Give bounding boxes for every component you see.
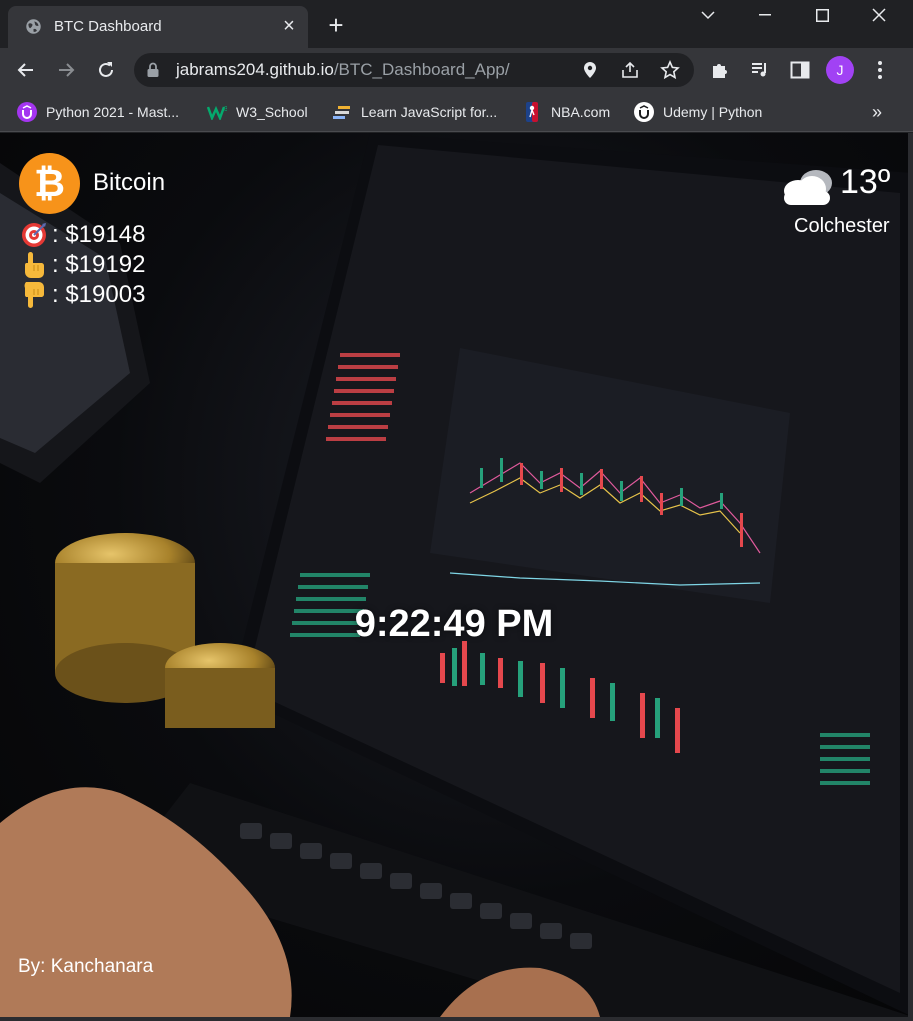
back-button[interactable] [12,56,40,84]
tab-search-button[interactable] [680,0,736,30]
address-bar[interactable]: jabrams204.github.io/BTC_Dashboard_App/ [134,53,694,87]
bookmark-label: Udemy | Python [663,104,763,120]
tab-strip: BTC Dashboard × + [0,0,913,48]
bookmark-label: Learn JavaScript for... [361,104,498,120]
forward-button[interactable] [52,56,80,84]
window-edge [908,133,913,1017]
bitcoin-logo: ₿ [19,153,80,214]
bookmarks-overflow-button[interactable]: » [872,101,882,123]
bitcoin-icon: ₿ [34,162,65,205]
bookmark-star-icon[interactable] [658,58,682,82]
close-window-button[interactable] [851,0,907,30]
current-price: : $19148 [20,221,145,249]
minimize-button[interactable] [737,0,793,30]
location-icon[interactable] [578,58,602,82]
bookmark-nba[interactable]: NBA.com [522,101,610,123]
lock-icon[interactable] [146,62,160,78]
maximize-icon [815,8,829,22]
media-control-button[interactable] [746,56,774,84]
dashboard-page: ₿ Bitcoin : $19148 : $19192 : $19003 13º… [0,133,913,1017]
bookmark-python-2021[interactable]: Python 2021 - Mast... [17,101,179,123]
close-tab-icon[interactable]: × [278,15,300,37]
bookmarks-bar: Python 2021 - Mast... 3 W3_School Learn … [0,92,913,132]
cloud-icon [784,170,832,205]
url-path: /BTC_Dashboard_App/ [333,60,510,79]
high-price: : $19192 [20,251,145,279]
pointing-down-icon [20,281,48,309]
price-label: : $19148 [52,221,146,248]
bookmark-label: W3_School [236,104,308,120]
reload-icon [99,62,113,77]
nba-icon [522,102,542,122]
profile-button[interactable]: J [826,56,854,84]
city-name: Colchester [794,215,890,237]
tab-btc-dashboard[interactable]: BTC Dashboard × [8,6,308,48]
bookmark-label: NBA.com [551,104,611,120]
clock: 9:22:49 PM [354,603,554,645]
globe-icon [26,19,41,34]
author-credit: By: Kanchanara [18,956,154,977]
close-icon [872,8,886,22]
price-label: : $19192 [52,251,146,278]
side-panel-icon [790,61,810,79]
bookmark-learn-javascript[interactable]: Learn JavaScript for... [332,101,497,123]
tab-title: BTC Dashboard [54,18,162,35]
extensions-button[interactable] [706,56,734,84]
arrow-right-icon [59,63,75,77]
target-icon [20,221,48,249]
bookmark-w3-school[interactable]: 3 W3_School [207,101,308,123]
pointing-up-icon [20,251,48,279]
playlist-icon [752,63,766,77]
puzzle-icon [713,64,727,78]
share-icon[interactable] [618,58,642,82]
udemy-icon [634,102,654,122]
svg-text:3: 3 [224,106,227,113]
bookmark-label: Python 2021 - Mast... [46,104,180,120]
minimize-icon [759,14,771,16]
w3schools-icon: 3 [207,102,227,122]
price-label: : $19003 [52,281,146,308]
temperature: 13º [840,163,891,201]
url-text[interactable]: jabrams204.github.io/BTC_Dashboard_App/ [176,60,510,80]
new-tab-button[interactable]: + [322,12,350,40]
maximize-button[interactable] [794,0,850,30]
url-domain: jabrams204.github.io [176,60,334,79]
chevron-down-icon [701,11,715,20]
coin-name: Bitcoin [93,169,166,196]
avatar: J [826,56,854,84]
bookmark-udemy-python[interactable]: Udemy | Python [634,101,762,123]
arrow-left-icon [17,63,33,77]
window-edge [0,1017,913,1021]
more-vert-icon [878,61,882,79]
side-panel-button[interactable] [786,56,814,84]
browser-menu-button[interactable] [866,56,894,84]
bookmark-icon [332,102,352,122]
low-price: : $19003 [20,281,145,309]
reload-button[interactable] [92,56,120,84]
browser-toolbar: jabrams204.github.io/BTC_Dashboard_App/ … [0,48,913,92]
udemy-icon [17,102,37,122]
